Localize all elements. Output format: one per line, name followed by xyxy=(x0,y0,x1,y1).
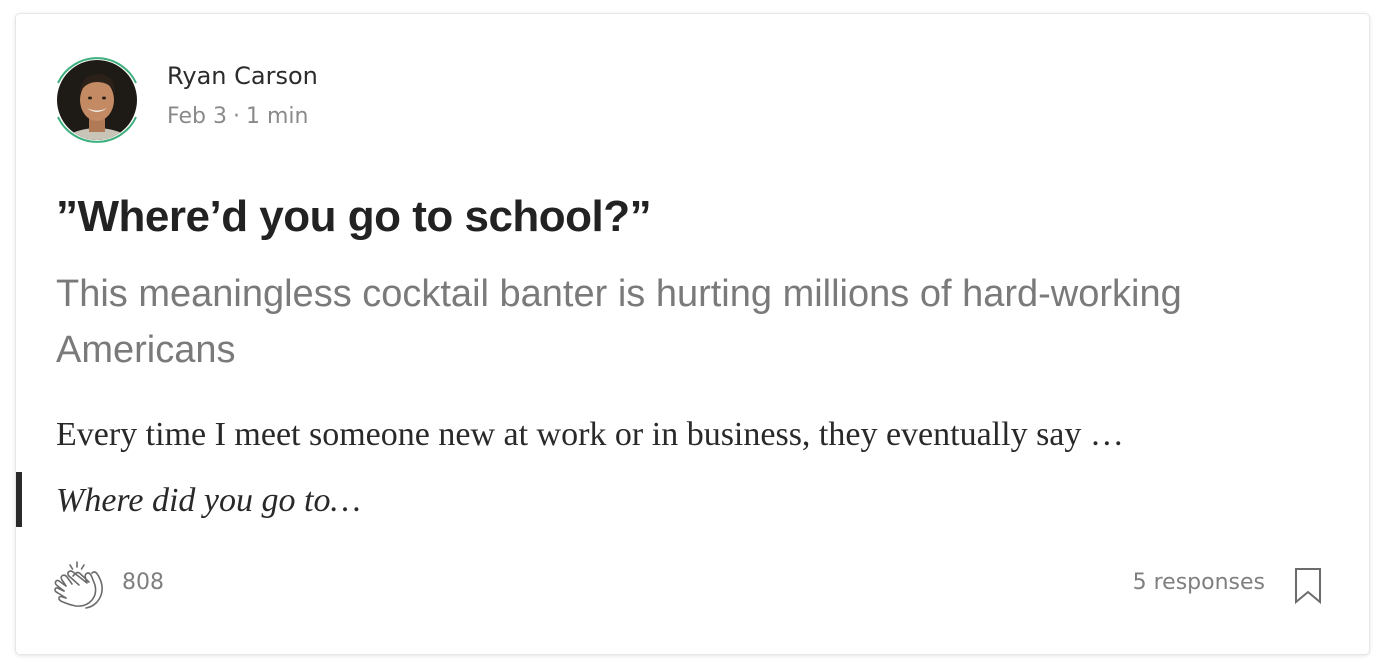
pull-quote-bar xyxy=(16,472,22,527)
story-title[interactable]: ”Where’d you go to school?” xyxy=(56,192,652,242)
bookmark-button[interactable] xyxy=(1293,566,1323,606)
author-avatar[interactable] xyxy=(52,50,142,150)
clap-count: 808 xyxy=(122,570,164,595)
story-card[interactable]: Ryan Carson Feb 3 · 1 min ”Where’d you go … xyxy=(15,13,1370,655)
avatar xyxy=(57,60,137,140)
post-meta: Feb 3 · 1 min xyxy=(167,104,308,129)
story-excerpt[interactable]: Every time I meet someone new at work or… xyxy=(56,416,1124,454)
pull-quote[interactable]: Where did you go to… xyxy=(56,482,361,520)
story-subtitle[interactable]: This meaningless cocktail banter is hurt… xyxy=(56,266,1316,378)
avatar-photo xyxy=(57,60,137,140)
responses-link[interactable]: 5 responses xyxy=(1133,570,1265,595)
author-name[interactable]: Ryan Carson xyxy=(167,62,318,90)
post-date: Feb 3 xyxy=(167,104,227,129)
read-time: 1 min xyxy=(245,104,309,129)
clap-icon xyxy=(54,561,103,609)
meta-separator: · xyxy=(232,104,240,129)
clap-button[interactable] xyxy=(52,558,108,614)
bookmark-icon xyxy=(1295,568,1321,605)
